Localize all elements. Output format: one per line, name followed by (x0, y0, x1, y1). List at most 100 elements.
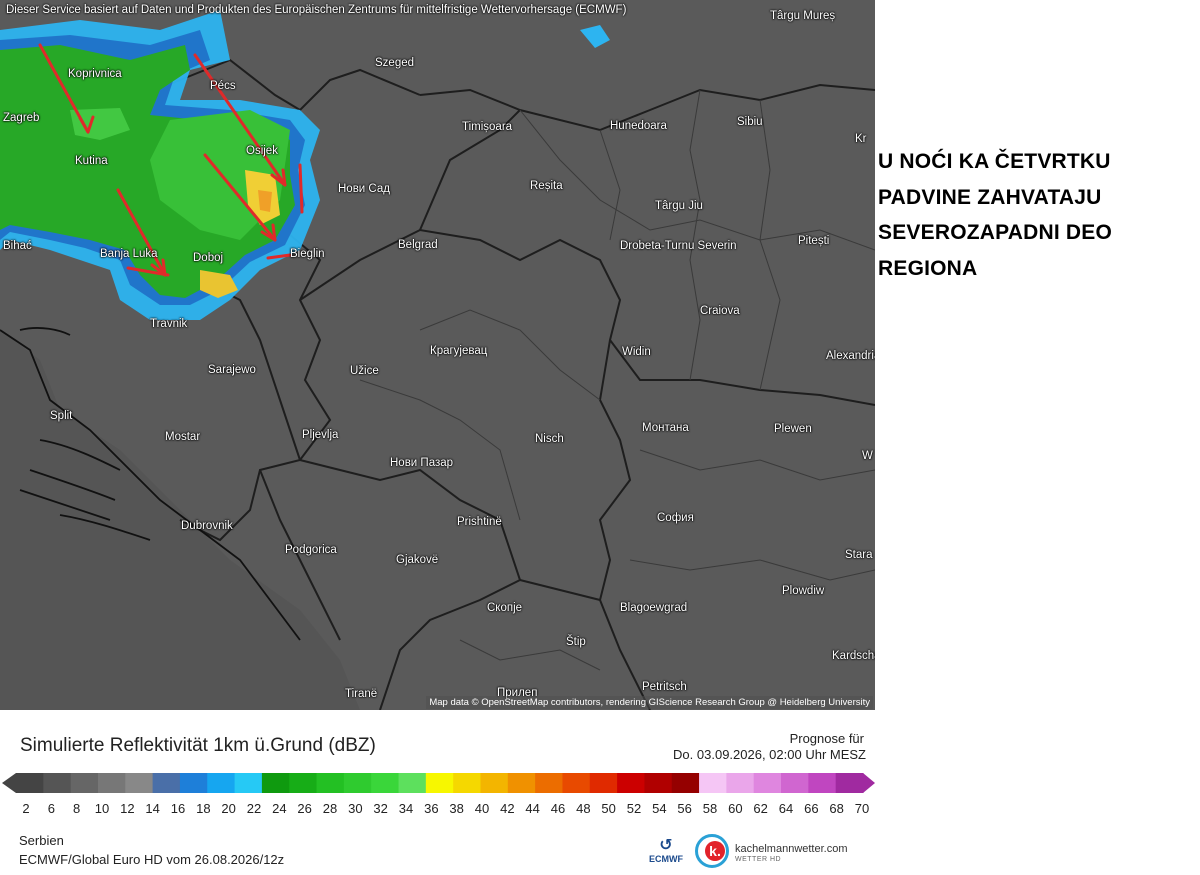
weather-map: Dieser Service basiert auf Daten und Pro… (0, 0, 875, 710)
scale-swatch (16, 773, 44, 793)
city-label: Timișoara (462, 121, 513, 133)
scale-arrow-high (863, 773, 875, 793)
city-label: Нови Сад (338, 183, 390, 195)
scale-swatch (207, 773, 236, 793)
region-label: Serbien (19, 833, 64, 848)
ecmwf-logo-icon: ↺ (659, 837, 673, 854)
scale-swatch (425, 773, 454, 793)
scale-tick-label: 46 (550, 801, 566, 816)
city-label: Nisch (535, 433, 564, 445)
scale-tick-label: 8 (73, 801, 81, 816)
city-label: Prishtinë (457, 516, 502, 528)
city-label: Belgrad (398, 239, 438, 251)
scale-swatch (97, 773, 126, 793)
city-label: Blagoewgrad (620, 602, 688, 614)
scale-tick-label: 6 (47, 801, 55, 816)
scale-swatch (644, 773, 673, 793)
scale-swatch (808, 773, 837, 793)
scale-swatch (480, 773, 509, 793)
scale-tick-label: 34 (398, 801, 414, 816)
city-label: Скопје (487, 602, 523, 614)
scale-swatch (562, 773, 591, 793)
city-label: Bieglin (290, 248, 325, 260)
scale-tick-label: 22 (246, 801, 262, 816)
city-label: Pécs (210, 80, 236, 92)
scale-tick-label: 60 (728, 801, 743, 816)
scale-tick-label: 68 (829, 801, 844, 816)
scale-tick-label: 66 (804, 801, 819, 816)
scale-tick-label: 12 (120, 801, 135, 816)
scale-swatch (398, 773, 427, 793)
kachelmann-logo[interactable]: k. kachelmannwetter.com WETTER HD (695, 834, 875, 872)
admin-borders (359, 89, 875, 671)
scale-swatch (371, 773, 400, 793)
scale-tick-label: 38 (449, 801, 464, 816)
scale-swatch (507, 773, 536, 793)
map-attribution[interactable]: Map data © OpenStreetMap contributors, r… (426, 696, 873, 709)
scale-tick-label: 2 (22, 801, 30, 816)
brand-name: kachelmannwetter.com (735, 843, 848, 855)
city-label: Kutina (75, 155, 108, 167)
city-label: Нови Пазар (390, 457, 454, 469)
forecast-date: Do. 03.09.2026, 02:00 Uhr MESZ (673, 747, 866, 762)
scale-tick-label: 24 (272, 801, 287, 816)
scale-tick-label: 48 (576, 801, 591, 816)
city-label: Szeged (375, 57, 415, 69)
scale-swatch (781, 773, 809, 793)
scale-swatch (261, 773, 290, 793)
legend-title: Simulierte Reflektivität 1km ü.Grund (dB… (20, 735, 376, 756)
scale-swatch (753, 773, 782, 793)
city-label: Gjakovë (396, 554, 439, 566)
scale-tick-label: 10 (94, 801, 110, 816)
scale-swatch (699, 773, 727, 793)
city-label: Alexandria (826, 350, 875, 362)
data-source-banner: Dieser Service basiert auf Daten und Pro… (6, 4, 627, 16)
scale-arrow-low (2, 773, 16, 793)
scale-tick-label: 14 (145, 801, 160, 816)
city-label: Osijek (246, 145, 278, 157)
city-label: Kardscha (832, 650, 875, 662)
scale-swatch (289, 773, 318, 793)
scale-swatch (179, 773, 208, 793)
city-label: Mostar (165, 431, 201, 443)
city-label: Dubrovnik (181, 520, 233, 532)
city-label: Užice (350, 365, 379, 377)
city-label: Plowdiw (782, 585, 825, 597)
scale-swatch (43, 773, 72, 793)
city-label: Крагујевац (430, 345, 488, 357)
scale-tick-label: 50 (601, 801, 616, 816)
city-label: Stara (845, 549, 873, 561)
city-label: Koprivnica (68, 68, 122, 80)
scale-tick-label: 28 (322, 801, 338, 816)
ecmwf-logo[interactable]: ↺ ECMWF (645, 838, 687, 870)
scale-tick-label: 62 (753, 801, 768, 816)
scale-tick-label: 32 (373, 801, 388, 816)
scale-tick-label: 58 (702, 801, 718, 816)
reflectivity-color-scale (2, 773, 875, 793)
city-label: Craiova (700, 305, 740, 317)
city-label: Монтана (642, 422, 689, 434)
model-run-label: ECMWF/Global Euro HD vom 26.08.2026/12z (19, 852, 285, 867)
city-label: Pljevlja (302, 429, 339, 441)
scale-tick-label: 18 (196, 801, 211, 816)
brand-sub: WETTER HD (735, 856, 782, 863)
city-label: Drobeta-Turnu Severin (620, 240, 737, 252)
city-label: Zagreb (3, 112, 40, 124)
scale-tick-label: 56 (677, 801, 692, 816)
scale-tick-label: 26 (297, 801, 312, 816)
scale-tick-label: 64 (778, 801, 794, 816)
scale-tick-label: 42 (500, 801, 515, 816)
city-label: Kr (855, 133, 867, 145)
scale-swatch (671, 773, 700, 793)
scale-swatch (234, 773, 263, 793)
city-label: Banja Luka (100, 248, 158, 260)
scale-tick-label: 30 (348, 801, 363, 816)
scale-swatch (125, 773, 154, 793)
city-label: Hunedoara (610, 120, 667, 132)
scale-swatch (589, 773, 618, 793)
scale-tick-label: 54 (652, 801, 667, 816)
city-label: Sibiu (737, 116, 763, 128)
city-label: Plewen (774, 423, 812, 435)
scale-swatch (726, 773, 755, 793)
scale-tick-label: 44 (525, 801, 540, 816)
